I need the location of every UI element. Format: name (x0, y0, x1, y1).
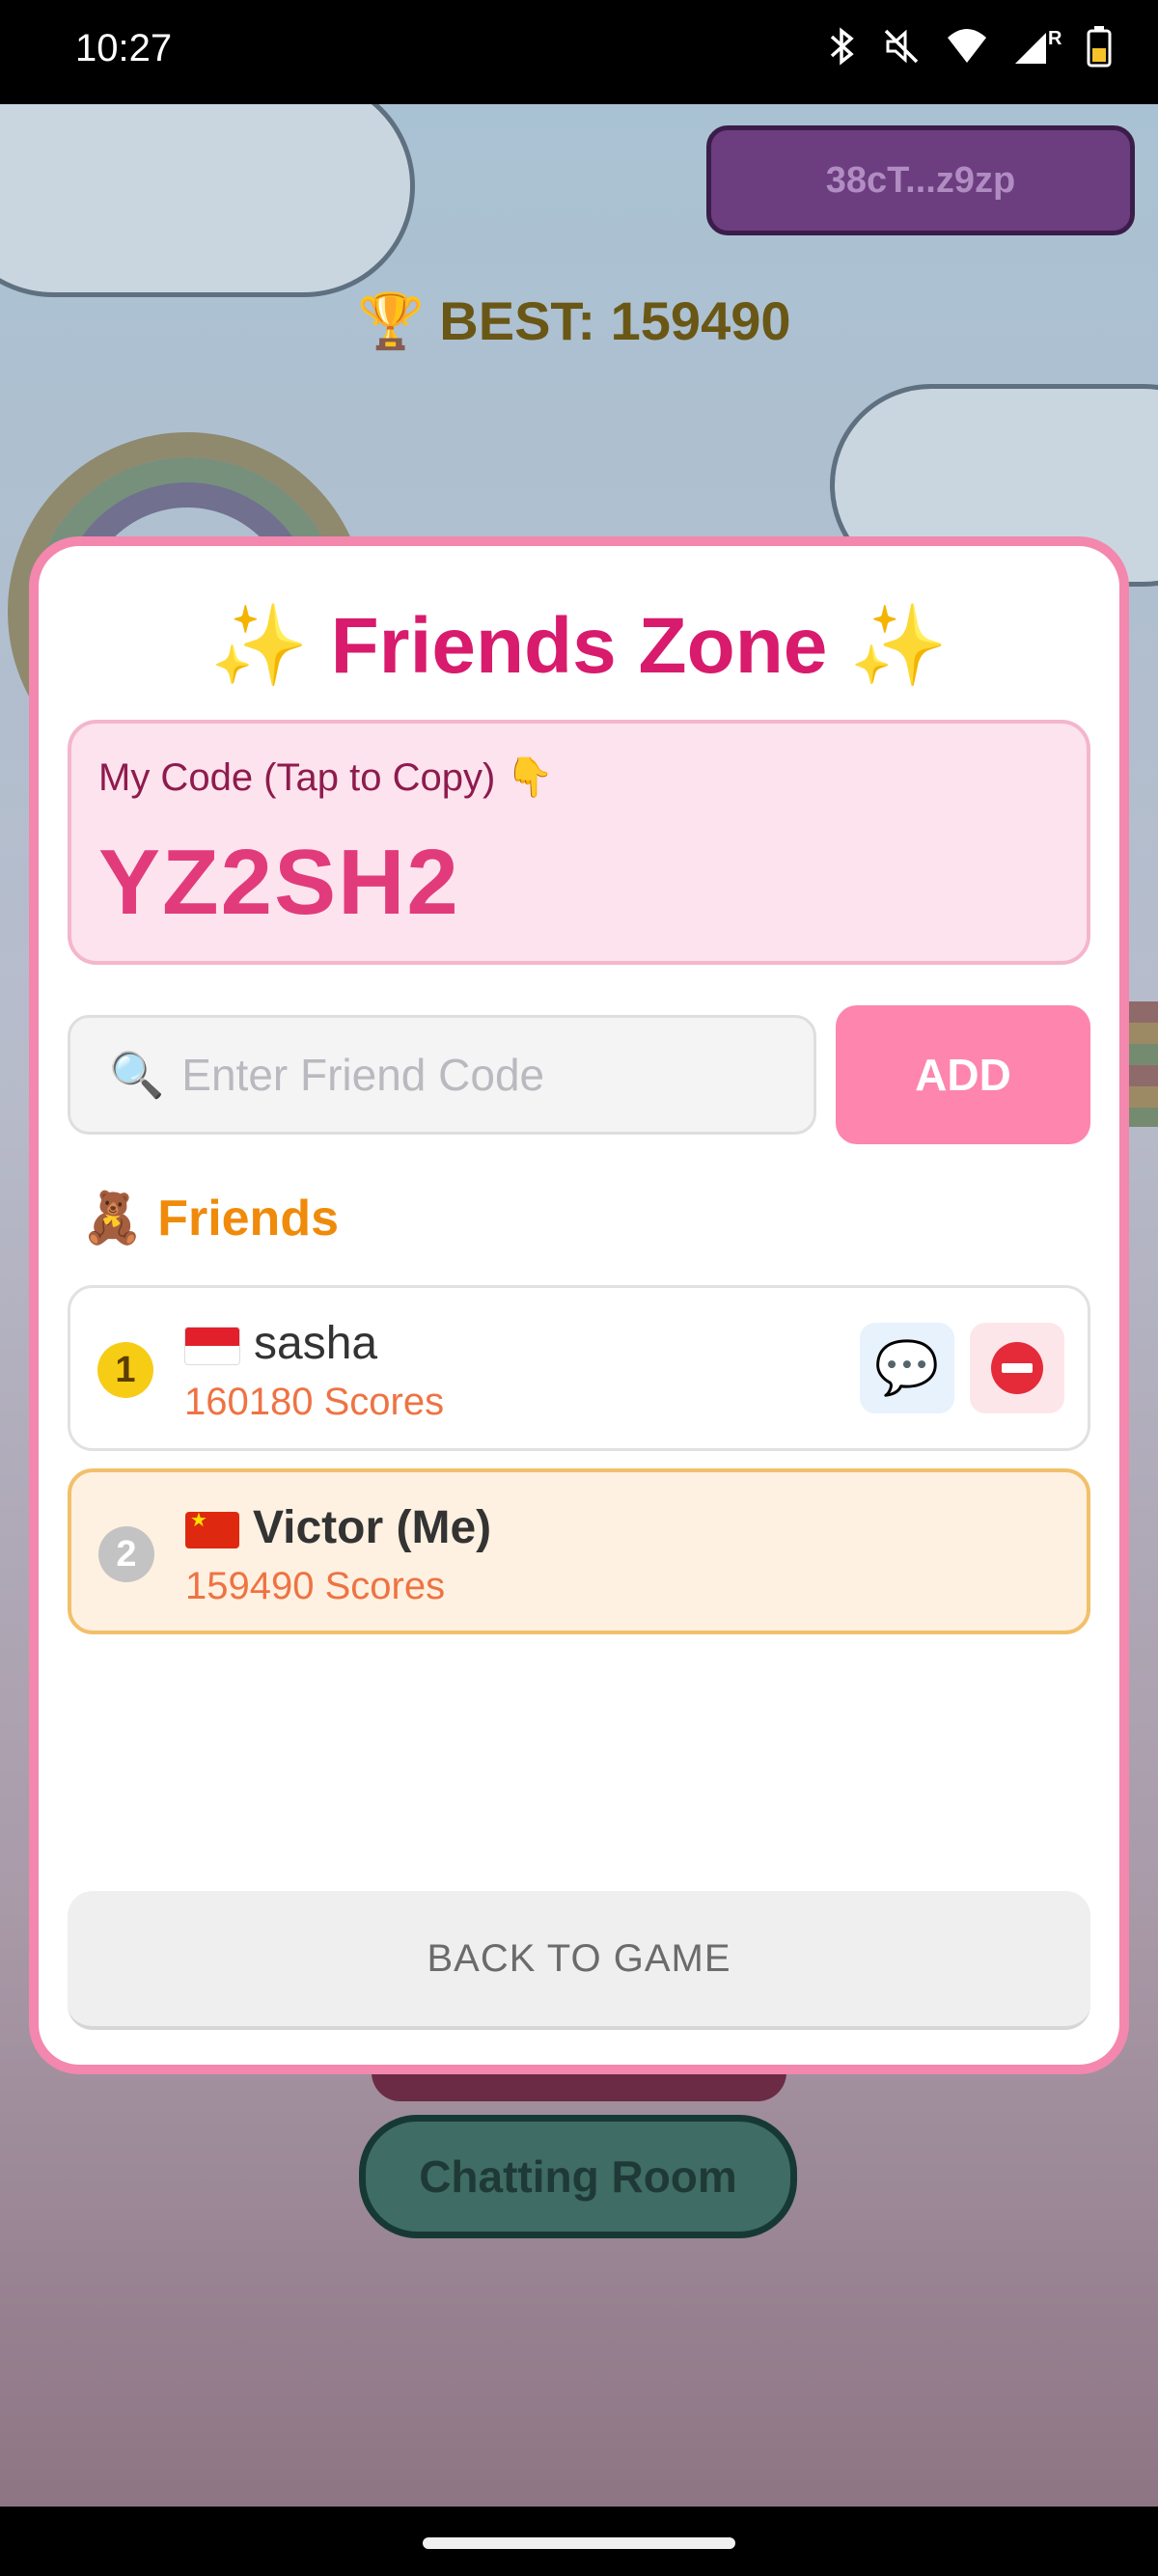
chatting-room-button[interactable]: Chatting Room (359, 2115, 797, 2238)
friend-code-field[interactable]: 🔍 (68, 1015, 816, 1135)
indonesia-flag-icon (184, 1327, 240, 1366)
home-gesture-handle[interactable] (423, 2537, 735, 2549)
status-bar: 10:27 R (0, 0, 1158, 104)
bluetooth-icon (828, 27, 857, 75)
my-code-value[interactable]: YZ2SH2 (98, 830, 460, 936)
my-code-label: My Code (Tap to Copy) 👇 (98, 756, 555, 799)
svg-text:R: R (1048, 28, 1062, 49)
signal-icon: R (1013, 27, 1062, 75)
add-friend-button[interactable]: ADD (836, 1005, 1090, 1144)
friend-row-me: 2 Victor (Me) 159490 Scores (68, 1468, 1090, 1634)
friend-code-input[interactable] (179, 1048, 802, 1102)
china-flag-icon (185, 1508, 239, 1549)
friend-score: 160180 Scores (184, 1381, 445, 1423)
wifi-icon (946, 28, 988, 74)
wallet-address-button[interactable]: 38cT...z9zp (706, 125, 1135, 235)
best-score: 🏆 BEST: 159490 (357, 290, 791, 351)
friend-row: 1 sasha 160180 Scores 💬 (68, 1285, 1090, 1451)
friends-modal: ✨ Friends Zone ✨ My Code (Tap to Copy) 👇… (29, 536, 1129, 2074)
battery-icon (1087, 25, 1112, 77)
friend-score: 159490 Scores (185, 1565, 446, 1607)
clock: 10:27 (75, 27, 173, 69)
status-icons: R (828, 25, 1112, 77)
chat-button[interactable]: 💬 (860, 1323, 954, 1413)
friend-name: sasha (184, 1317, 377, 1370)
rank-badge: 1 (97, 1342, 153, 1398)
no-entry-icon (991, 1342, 1043, 1394)
remove-friend-button[interactable] (970, 1323, 1064, 1413)
mute-icon (882, 27, 921, 75)
navigation-bar (0, 2507, 1158, 2576)
modal-title: ✨ Friends Zone ✨ (209, 602, 949, 690)
my-code-card[interactable]: My Code (Tap to Copy) 👇 YZ2SH2 (68, 720, 1090, 965)
friends-section-title: 🧸 Friends (81, 1191, 340, 1247)
cloud-decoration (0, 104, 415, 297)
back-to-game-button[interactable]: BACK TO GAME (68, 1891, 1090, 2030)
rank-badge: 2 (98, 1526, 154, 1582)
search-icon: 🔍 (109, 1049, 165, 1100)
speech-bubble-icon: 💬 (874, 1338, 940, 1397)
friend-name: Victor (Me) (185, 1501, 491, 1554)
